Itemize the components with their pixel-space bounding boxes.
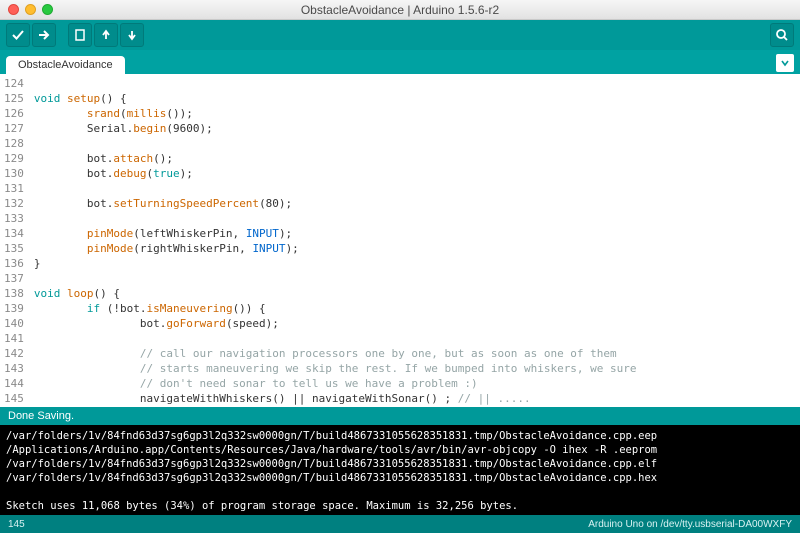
tab-menu-button[interactable] xyxy=(776,54,794,72)
code-area[interactable]: void setup() { srand(millis()); Serial.b… xyxy=(30,74,637,407)
arrow-up-icon xyxy=(100,29,112,41)
line-gutter: 1241251261271281291301311321331341351361… xyxy=(0,74,30,407)
minimize-icon[interactable] xyxy=(25,4,36,15)
traffic-lights xyxy=(0,4,53,15)
save-button[interactable] xyxy=(120,23,144,47)
serial-monitor-button[interactable] xyxy=(770,23,794,47)
window-titlebar: ObstacleAvoidance | Arduino 1.5.6-r2 xyxy=(0,0,800,20)
arrow-down-icon xyxy=(126,29,138,41)
magnifier-icon xyxy=(775,28,789,42)
board-port-label: Arduino Uno on /dev/tty.usbserial-DA00WX… xyxy=(588,519,792,530)
build-console[interactable]: /var/folders/1v/84fnd63d37sg6gp3l2q332sw… xyxy=(0,425,800,515)
check-icon xyxy=(11,28,25,42)
zoom-icon[interactable] xyxy=(42,4,53,15)
toolbar xyxy=(0,20,800,50)
tab-active[interactable]: ObstacleAvoidance xyxy=(6,56,125,74)
status-bar: Done Saving. xyxy=(0,407,800,425)
close-icon[interactable] xyxy=(8,4,19,15)
upload-button[interactable] xyxy=(32,23,56,47)
cursor-line: 145 xyxy=(8,519,25,530)
file-icon xyxy=(74,29,86,41)
window-title: ObstacleAvoidance | Arduino 1.5.6-r2 xyxy=(0,3,800,17)
verify-button[interactable] xyxy=(6,23,30,47)
new-button[interactable] xyxy=(68,23,92,47)
tab-bar: ObstacleAvoidance xyxy=(0,50,800,74)
open-button[interactable] xyxy=(94,23,118,47)
footer-bar: 145 Arduino Uno on /dev/tty.usbserial-DA… xyxy=(0,515,800,533)
chevron-down-icon xyxy=(780,58,790,68)
code-editor[interactable]: 1241251261271281291301311321331341351361… xyxy=(0,74,800,407)
arrow-right-icon xyxy=(37,28,51,42)
